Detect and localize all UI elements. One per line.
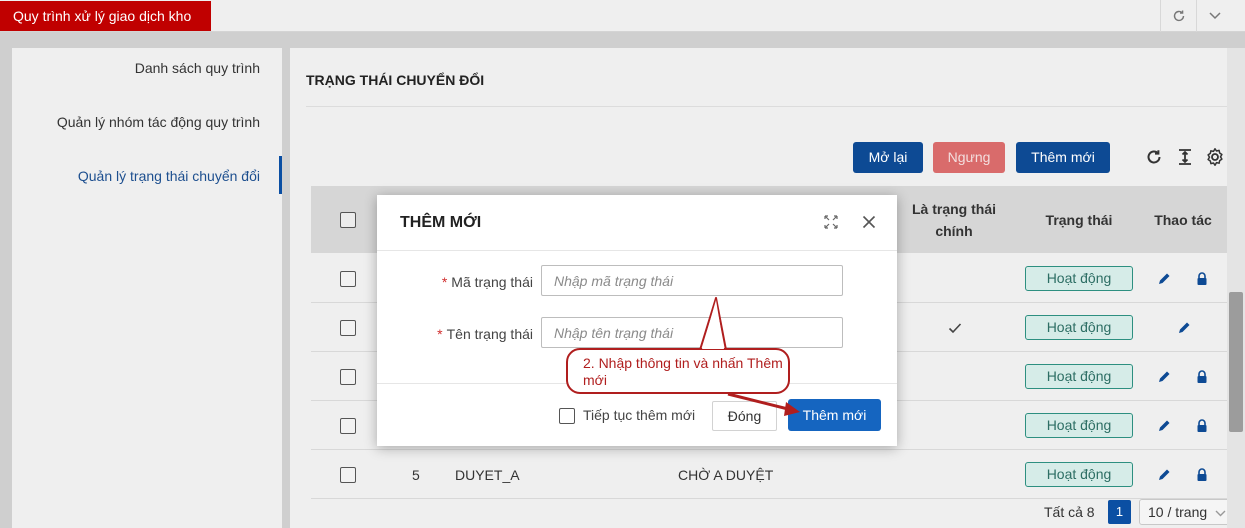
callout-pointer-mask bbox=[702, 300, 724, 349]
